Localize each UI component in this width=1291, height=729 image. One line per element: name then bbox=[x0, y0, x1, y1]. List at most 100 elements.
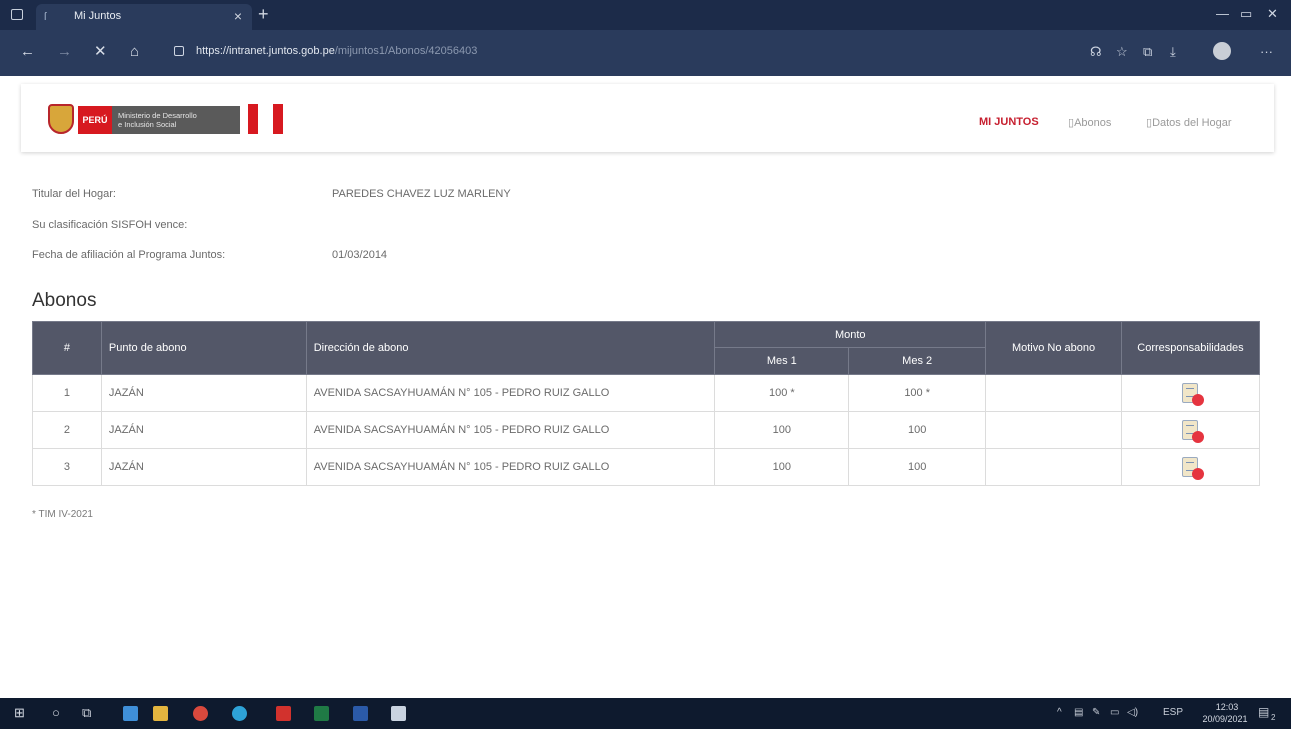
coat-of-arms-icon bbox=[48, 104, 74, 134]
nav-datos-hogar[interactable]: ▯Datos del Hogar bbox=[1146, 116, 1232, 129]
cell-corresp bbox=[1120, 374, 1261, 412]
cell-motivo bbox=[985, 374, 1122, 412]
stop-loading-icon[interactable]: ✕ bbox=[94, 43, 107, 61]
cell-num: 2 bbox=[32, 411, 102, 449]
document-check-icon[interactable] bbox=[1182, 383, 1205, 406]
url-path: /mijuntos1/Abonos/42056403 bbox=[334, 45, 478, 57]
favicon-icon: ſ bbox=[44, 11, 47, 23]
clock-date[interactable]: 20/09/2021 bbox=[1200, 714, 1250, 724]
col-motivo: Motivo No abono bbox=[985, 321, 1122, 375]
col-direccion: Dirección de abono bbox=[305, 321, 716, 375]
cell-direccion: AVENIDA SACSAYHUAMÁN N° 105 - PEDRO RUIZ… bbox=[305, 374, 716, 412]
downloads-icon[interactable]: ⤓ bbox=[1170, 44, 1176, 60]
document-check-icon[interactable] bbox=[1182, 457, 1205, 480]
nav-abonos[interactable]: ▯Abonos bbox=[1068, 116, 1111, 129]
col-corresp: Corresponsabilidades bbox=[1120, 321, 1261, 375]
more-menu-icon[interactable]: ··· bbox=[1260, 44, 1273, 60]
search-icon[interactable]: ○ bbox=[52, 705, 60, 721]
site-header: PERÚ Ministerio de Desarrollo e Inclusió… bbox=[21, 84, 1274, 152]
notification-icon[interactable]: ▤ bbox=[1258, 705, 1269, 719]
tray-pen-icon[interactable]: ✎ bbox=[1092, 707, 1100, 718]
tray-volume-icon[interactable]: ◁) bbox=[1127, 707, 1138, 718]
address-bar[interactable]: https://intranet.juntos.gob.pe/mijuntos1… bbox=[196, 45, 477, 57]
new-tab-button[interactable]: + bbox=[258, 5, 269, 23]
browser-toolbar: ← → ✕ ⌂ https://intranet.juntos.gob.pe/m… bbox=[0, 30, 1291, 76]
favorites-icon[interactable]: ☆ bbox=[1116, 44, 1128, 60]
browser-tab[interactable]: ſ Mi Juntos × bbox=[36, 4, 252, 30]
cell-direccion: AVENIDA SACSAYHUAMÁN N° 105 - PEDRO RUIZ… bbox=[305, 448, 716, 486]
site-info-icon[interactable] bbox=[174, 46, 184, 56]
sisfoh-label: Su clasificación SISFOH vence: bbox=[32, 219, 188, 231]
language-indicator[interactable]: ESP bbox=[1163, 707, 1183, 718]
tray-network-icon[interactable]: ▤ bbox=[1074, 707, 1083, 718]
nav-abonos-label: Abonos bbox=[1074, 117, 1112, 129]
tab-close-icon[interactable]: × bbox=[234, 8, 242, 24]
page-content: PERÚ Ministerio de Desarrollo e Inclusió… bbox=[0, 76, 1291, 698]
cell-mes2: 100 bbox=[848, 448, 987, 486]
cell-mes1: 100 bbox=[714, 448, 850, 486]
photos-icon[interactable] bbox=[391, 706, 406, 721]
table-row: 2 JAZÁN AVENIDA SACSAYHUAMÁN N° 105 - PE… bbox=[32, 411, 1261, 449]
tab-title: Mi Juntos bbox=[74, 10, 122, 22]
excel-icon[interactable] bbox=[314, 706, 329, 721]
afiliacion-label: Fecha de afiliación al Programa Juntos: bbox=[32, 249, 226, 261]
table-row: 3 JAZÁN AVENIDA SACSAYHUAMÁN N° 105 - PE… bbox=[32, 448, 1261, 486]
cell-corresp bbox=[1120, 411, 1261, 449]
maximize-icon[interactable]: ▭ bbox=[1240, 6, 1252, 22]
cell-motivo bbox=[985, 448, 1122, 486]
collections-icon[interactable]: ⧉ bbox=[1143, 44, 1152, 60]
tray-chevron-icon[interactable]: ^ bbox=[1057, 707, 1062, 718]
file-explorer-icon[interactable] bbox=[153, 706, 168, 721]
cell-num: 1 bbox=[32, 374, 102, 412]
flag-right-stripe bbox=[273, 104, 283, 134]
cell-direccion: AVENIDA SACSAYHUAMÁN N° 105 - PEDRO RUIZ… bbox=[305, 411, 716, 449]
task-view-icon[interactable]: ⧉ bbox=[82, 705, 91, 721]
titular-label: Titular del Hogar: bbox=[32, 188, 116, 200]
word-icon[interactable] bbox=[353, 706, 368, 721]
chrome-icon[interactable] bbox=[193, 706, 208, 721]
windows-taskbar: ⊞ ○ ⧉ ^ ▤ ✎ ▭ ◁) ESP 12:03 20/09/2021 ▤ … bbox=[0, 698, 1291, 729]
edge-icon[interactable] bbox=[232, 706, 247, 721]
acrobat-icon[interactable] bbox=[276, 706, 291, 721]
flag-left-stripe bbox=[248, 104, 258, 134]
table-row: 1 JAZÁN AVENIDA SACSAYHUAMÁN N° 105 - PE… bbox=[32, 374, 1261, 412]
afiliacion-value: 01/03/2014 bbox=[332, 249, 388, 261]
ministry-line-2: e Inclusión Social bbox=[118, 120, 177, 129]
cell-punto: JAZÁN bbox=[100, 374, 307, 412]
cell-corresp bbox=[1120, 448, 1261, 486]
profile-avatar[interactable] bbox=[1213, 42, 1231, 60]
nav-datos-hogar-label: Datos del Hogar bbox=[1152, 117, 1232, 129]
cell-mes2: 100 bbox=[848, 411, 987, 449]
app-icon[interactable] bbox=[123, 706, 138, 721]
notification-count: 2 bbox=[1271, 713, 1276, 722]
start-icon[interactable]: ⊞ bbox=[14, 705, 25, 721]
minimize-icon[interactable]: — bbox=[1216, 6, 1229, 22]
col-mes2: Mes 2 bbox=[848, 347, 987, 375]
forward-icon[interactable]: → bbox=[57, 43, 72, 61]
document-check-icon[interactable] bbox=[1182, 420, 1205, 443]
cell-num: 3 bbox=[32, 448, 102, 486]
ministry-line-1: Ministerio de Desarrollo bbox=[118, 111, 197, 120]
col-punto: Punto de abono bbox=[100, 321, 307, 375]
tray-battery-icon[interactable]: ▭ bbox=[1110, 707, 1119, 718]
clock-time[interactable]: 12:03 bbox=[1207, 702, 1247, 712]
cell-motivo bbox=[985, 411, 1122, 449]
titular-value: PAREDES CHAVEZ LUZ MARLENY bbox=[332, 188, 511, 200]
footnote: * TIM IV-2021 bbox=[32, 509, 93, 520]
tab-actions-icon[interactable] bbox=[11, 9, 23, 20]
col-monto: Monto bbox=[714, 321, 987, 348]
home-icon[interactable]: ⌂ bbox=[130, 43, 139, 61]
browser-tab-bar: ſ Mi Juntos × + — ▭ ✕ bbox=[0, 0, 1291, 30]
read-aloud-icon[interactable]: ☊ bbox=[1090, 44, 1102, 60]
col-num: # bbox=[32, 321, 102, 375]
cell-punto: JAZÁN bbox=[100, 411, 307, 449]
ministry-label: Ministerio de Desarrollo e Inclusión Soc… bbox=[112, 106, 240, 134]
cell-mes2: 100 * bbox=[848, 374, 987, 412]
close-window-icon[interactable]: ✕ bbox=[1267, 6, 1278, 22]
back-icon[interactable]: ← bbox=[20, 43, 35, 61]
nav-mi-juntos[interactable]: MI JUNTOS bbox=[979, 116, 1039, 128]
cell-mes1: 100 * bbox=[714, 374, 850, 412]
peru-label: PERÚ bbox=[78, 106, 112, 134]
cell-punto: JAZÁN bbox=[100, 448, 307, 486]
col-mes1: Mes 1 bbox=[714, 347, 850, 375]
